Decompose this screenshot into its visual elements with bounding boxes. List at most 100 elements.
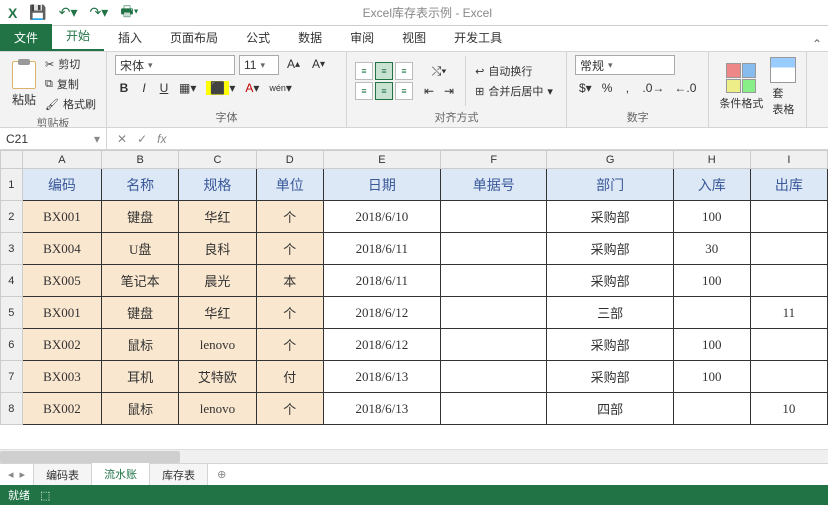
row-header[interactable]: 4 [1, 265, 23, 297]
tab-home[interactable]: 开始 [52, 22, 104, 51]
cell[interactable]: 本 [256, 265, 323, 297]
tab-data[interactable]: 数据 [284, 24, 336, 51]
cell[interactable]: 个 [256, 393, 323, 425]
cell[interactable]: 鼠标 [102, 329, 179, 361]
col-header[interactable]: B [102, 151, 179, 169]
cell[interactable]: 10 [750, 393, 827, 425]
tab-developer[interactable]: 开发工具 [440, 24, 516, 51]
cell[interactable]: BX001 [22, 297, 101, 329]
cut-button[interactable]: ✂剪切 [43, 55, 98, 73]
cell[interactable] [440, 233, 547, 265]
border-button[interactable]: ▦▾ [175, 79, 200, 97]
conditional-format-button[interactable]: 条件格式 [717, 61, 765, 113]
sheet-nav-next-icon[interactable]: ▸ [20, 468, 26, 481]
redo-icon[interactable]: ↷▾ [90, 4, 109, 21]
header-cell[interactable]: 名称 [102, 169, 179, 201]
row-header[interactable]: 8 [1, 393, 23, 425]
fill-color-button[interactable]: ⬛▾ [202, 79, 239, 97]
cell[interactable]: 100 [673, 201, 750, 233]
align-left[interactable]: ≡ [355, 82, 373, 100]
cancel-formula-icon[interactable]: ✕ [117, 132, 127, 146]
col-header[interactable]: I [750, 151, 827, 169]
cell[interactable]: 耳机 [102, 361, 179, 393]
cell[interactable]: 键盘 [102, 297, 179, 329]
header-cell[interactable]: 入库 [673, 169, 750, 201]
cell[interactable]: 付 [256, 361, 323, 393]
header-cell[interactable]: 编码 [22, 169, 101, 201]
cell[interactable]: 11 [750, 297, 827, 329]
header-cell[interactable]: 部门 [547, 169, 673, 201]
cell[interactable]: BX005 [22, 265, 101, 297]
cell[interactable]: 2018/6/11 [323, 265, 440, 297]
cell[interactable]: 三部 [547, 297, 673, 329]
cell[interactable]: 鼠标 [102, 393, 179, 425]
col-header[interactable]: E [323, 151, 440, 169]
row-header[interactable]: 5 [1, 297, 23, 329]
sheet-tab[interactable]: 流水账 [91, 462, 150, 487]
add-sheet-button[interactable]: ⊕ [207, 468, 236, 481]
cell[interactable]: 个 [256, 233, 323, 265]
cell[interactable] [750, 329, 827, 361]
comma-button[interactable]: , [618, 79, 636, 97]
cell[interactable] [673, 393, 750, 425]
cell[interactable]: 晨光 [179, 265, 256, 297]
cell[interactable]: 30 [673, 233, 750, 265]
col-header[interactable]: D [256, 151, 323, 169]
cell[interactable] [673, 297, 750, 329]
enter-formula-icon[interactable]: ✓ [137, 132, 147, 146]
table-format-button[interactable]: 套 表格 [768, 55, 798, 119]
decrease-font-icon[interactable]: A▾ [308, 55, 329, 73]
header-cell[interactable]: 规格 [179, 169, 256, 201]
cell[interactable]: 采购部 [547, 265, 673, 297]
cell[interactable] [750, 265, 827, 297]
cell[interactable]: 笔记本 [102, 265, 179, 297]
header-cell[interactable]: 出库 [750, 169, 827, 201]
align-center[interactable]: ≡ [375, 82, 393, 100]
cell[interactable]: 2018/6/13 [323, 361, 440, 393]
merge-center-button[interactable]: ⊞合并后居中▾ [473, 82, 555, 100]
underline-button[interactable]: U [155, 79, 173, 97]
col-header[interactable]: A [22, 151, 101, 169]
font-size-select[interactable]: 11 [239, 55, 279, 75]
cell[interactable]: 2018/6/11 [323, 233, 440, 265]
cell[interactable] [750, 361, 827, 393]
cell[interactable]: 2018/6/12 [323, 329, 440, 361]
cell[interactable]: 100 [673, 265, 750, 297]
align-top-right[interactable]: ≡ [395, 62, 413, 80]
increase-font-icon[interactable]: A▴ [283, 55, 304, 73]
cell[interactable] [750, 201, 827, 233]
header-cell[interactable]: 单据号 [440, 169, 547, 201]
font-color-button[interactable]: A▾ [241, 79, 263, 97]
italic-button[interactable]: I [135, 79, 153, 97]
cell[interactable]: 个 [256, 201, 323, 233]
row-header[interactable]: 1 [1, 169, 23, 201]
decrease-indent-button[interactable]: ⇤ [420, 82, 438, 100]
col-header[interactable]: C [179, 151, 256, 169]
save-icon[interactable]: 💾 [29, 4, 46, 21]
ribbon-collapse-icon[interactable]: ⌃ [812, 37, 822, 51]
cell[interactable] [440, 361, 547, 393]
undo-icon[interactable]: ↶▾ [59, 4, 78, 21]
cell[interactable] [440, 297, 547, 329]
percent-button[interactable]: % [598, 79, 617, 97]
horizontal-scrollbar[interactable] [0, 449, 828, 463]
cell[interactable]: 采购部 [547, 361, 673, 393]
tab-view[interactable]: 视图 [388, 24, 440, 51]
cell[interactable]: BX004 [22, 233, 101, 265]
sheet-nav-prev-icon[interactable]: ◂ [8, 468, 14, 481]
header-cell[interactable]: 单位 [256, 169, 323, 201]
header-cell[interactable]: 日期 [323, 169, 440, 201]
cell[interactable] [440, 201, 547, 233]
row-header[interactable]: 7 [1, 361, 23, 393]
col-header[interactable]: F [440, 151, 547, 169]
decrease-decimal-button[interactable]: ←.0 [670, 79, 700, 97]
col-header[interactable]: H [673, 151, 750, 169]
wrap-text-button[interactable]: ↩自动换行 [473, 62, 555, 80]
currency-button[interactable]: $▾ [575, 79, 596, 97]
tab-file[interactable]: 文件 [0, 24, 52, 51]
cell[interactable]: 采购部 [547, 201, 673, 233]
select-all-corner[interactable] [1, 151, 23, 169]
increase-indent-button[interactable]: ⇥ [440, 82, 458, 100]
cell[interactable]: BX001 [22, 201, 101, 233]
align-top-center[interactable]: ≡ [375, 62, 393, 80]
